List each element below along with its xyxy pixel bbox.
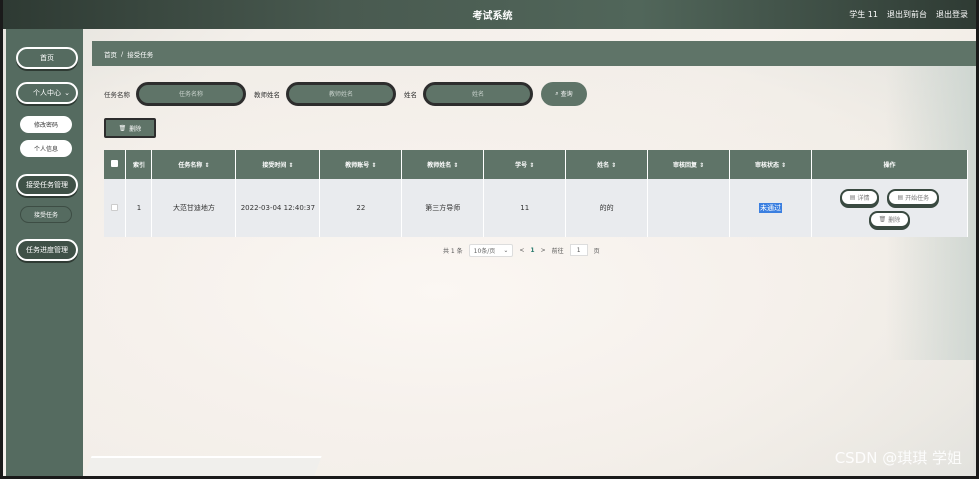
cell-teacher-account: 22 [319, 179, 403, 237]
table-header-row: 索引 任务名称 ⇕ 接受时间 ⇕ 教师账号 ⇕ 教师姓名 ⇕ 学号 ⇕ 姓名 ⇕… [104, 150, 969, 179]
document-icon: ▤ [849, 193, 856, 201]
chevron-down-icon: ⌄ [503, 246, 509, 254]
chevron-down-icon: ⌄ [64, 89, 70, 97]
breadcrumb-home[interactable]: 首页 [104, 49, 117, 59]
column-header[interactable]: 审核状态 ⇕ [729, 150, 812, 179]
cell-review-status: 未通过 [729, 179, 812, 237]
logout-link[interactable]: 退出登录 [936, 9, 968, 20]
page-size-value: 10条/页 [473, 247, 496, 255]
sidebar-item-label: 接受任务管理 [26, 181, 68, 189]
cell-student-no: 11 [483, 179, 567, 237]
sidebar-item-label: 首页 [40, 54, 54, 62]
task-name-input[interactable]: 任务名称 [136, 81, 246, 106]
app-title: 考试系统 [472, 11, 513, 22]
cell-name: 的的 [565, 179, 649, 237]
column-header[interactable]: 审核回复 ⇕ [647, 150, 731, 179]
column-header[interactable]: 教师账号 ⇕ [319, 150, 403, 179]
sidebar: 首页 个人中心 ⌄ 修改密码 个人信息 接受任务管理 接受任务 任务进度管理 [6, 29, 83, 476]
back-to-front-link[interactable]: 退出到前台 [887, 9, 927, 20]
row-delete-button-label: 删除 [888, 216, 901, 224]
trash-icon: 🗑 [118, 124, 127, 132]
breadcrumb-current: 接受任务 [127, 50, 154, 59]
sidebar-item-label: 修改密码 [33, 122, 58, 129]
teacher-name-label: 教师姓名 [254, 90, 280, 99]
sidebar-item-personal-center[interactable]: 个人中心 ⌄ [16, 82, 78, 104]
sidebar-item-label: 个人信息 [33, 146, 58, 153]
cell-accept-time: 2022-03-04 12:40:37 [235, 179, 321, 237]
column-header[interactable]: 任务名称 ⇕ [151, 150, 237, 179]
name-label: 姓名 [404, 90, 417, 99]
search-form: 任务名称 任务名称 教师姓名 教师姓名 姓名 姓名 ⌕ 查询 [104, 81, 587, 106]
column-header: 操作 [811, 150, 969, 179]
next-page-button[interactable]: > [541, 247, 546, 254]
page-unit-label: 页 [593, 247, 600, 255]
task-table: 索引 任务名称 ⇕ 接受时间 ⇕ 教师账号 ⇕ 教师姓名 ⇕ 学号 ⇕ 姓名 ⇕… [104, 150, 969, 237]
breadcrumb: 首页 / 接受任务 [92, 41, 976, 66]
pagination: 共 1 条 10条/页 ⌄ < 1 > 前往 1 页 [443, 243, 600, 257]
delete-button[interactable]: 🗑 删除 [104, 118, 156, 138]
column-header[interactable]: 姓名 ⇕ [565, 150, 649, 179]
current-page[interactable]: 1 [530, 247, 534, 254]
query-button[interactable]: ⌕ 查询 [541, 81, 587, 106]
column-header[interactable]: 教师姓名 ⇕ [401, 150, 485, 179]
table-row: 1 大范甘迪地方 2022-03-04 12:40:37 22 第三方导师 11… [104, 179, 969, 237]
cell-index: 1 [125, 179, 153, 237]
search-icon: ⌕ [555, 89, 559, 97]
cell-review-reply [647, 179, 731, 237]
column-header[interactable]: 接受时间 ⇕ [235, 150, 321, 179]
sidebar-subitem-personal-info[interactable]: 个人信息 [20, 140, 72, 157]
goto-page-input[interactable]: 1 [569, 244, 588, 256]
document-icon: ▤ [897, 193, 904, 201]
status-badge: 未通过 [759, 203, 783, 213]
name-input[interactable]: 姓名 [423, 81, 533, 106]
watermark: CSDN @琪琪 学姐 [834, 449, 962, 467]
query-button-label: 查询 [560, 91, 573, 98]
sidebar-subitem-change-password[interactable]: 修改密码 [20, 116, 72, 133]
total-count: 共 1 条 [443, 247, 463, 255]
current-user: 学生 11 [849, 10, 878, 19]
row-delete-button[interactable]: 🗑 删除 [868, 210, 911, 228]
start-task-button[interactable]: ▤ 开始任务 [887, 188, 940, 206]
select-all-checkbox[interactable] [104, 150, 127, 179]
sidebar-item-label: 个人中心 [33, 89, 61, 97]
background-table [84, 456, 322, 476]
cell-task-name: 大范甘迪地方 [151, 179, 237, 237]
column-header: 索引 [125, 150, 153, 179]
cell-teacher-name: 第三方导师 [401, 179, 485, 237]
start-task-button-label: 开始任务 [905, 194, 930, 202]
breadcrumb-separator: / [121, 49, 124, 58]
sidebar-item-label: 任务进度管理 [26, 246, 68, 254]
app-frame: 考试系统 学生 11 退出到前台 退出登录 首页 个人中心 ⌄ 修改密码 个人信… [0, 0, 979, 479]
top-bar: 考试系统 学生 11 退出到前台 退出登录 [3, 0, 976, 29]
goto-label: 前往 [551, 247, 564, 255]
sidebar-subitem-accept-task[interactable]: 接受任务 [20, 206, 72, 223]
delete-button-label: 删除 [129, 125, 142, 133]
background-wall [83, 60, 973, 476]
detail-button[interactable]: ▤ 详情 [839, 188, 880, 206]
column-header[interactable]: 学号 ⇕ [483, 150, 567, 179]
sidebar-item-home[interactable]: 首页 [16, 47, 78, 69]
page-size-select[interactable]: 10条/页 ⌄ [468, 243, 514, 257]
sidebar-item-label: 接受任务 [33, 212, 58, 219]
trash-icon: 🗑 [878, 215, 887, 223]
task-name-label: 任务名称 [104, 90, 130, 99]
cell-operations: ▤ 详情 ▤ 开始任务 🗑 删除 [811, 179, 969, 237]
top-bar-actions: 学生 11 退出到前台 退出登录 [849, 0, 968, 29]
teacher-name-input[interactable]: 教师姓名 [286, 81, 396, 106]
prev-page-button[interactable]: < [519, 247, 524, 254]
sidebar-item-accept-task-mgmt[interactable]: 接受任务管理 [16, 174, 78, 196]
row-checkbox[interactable] [104, 179, 127, 237]
sidebar-item-task-progress-mgmt[interactable]: 任务进度管理 [16, 239, 78, 261]
detail-button-label: 详情 [857, 194, 870, 202]
